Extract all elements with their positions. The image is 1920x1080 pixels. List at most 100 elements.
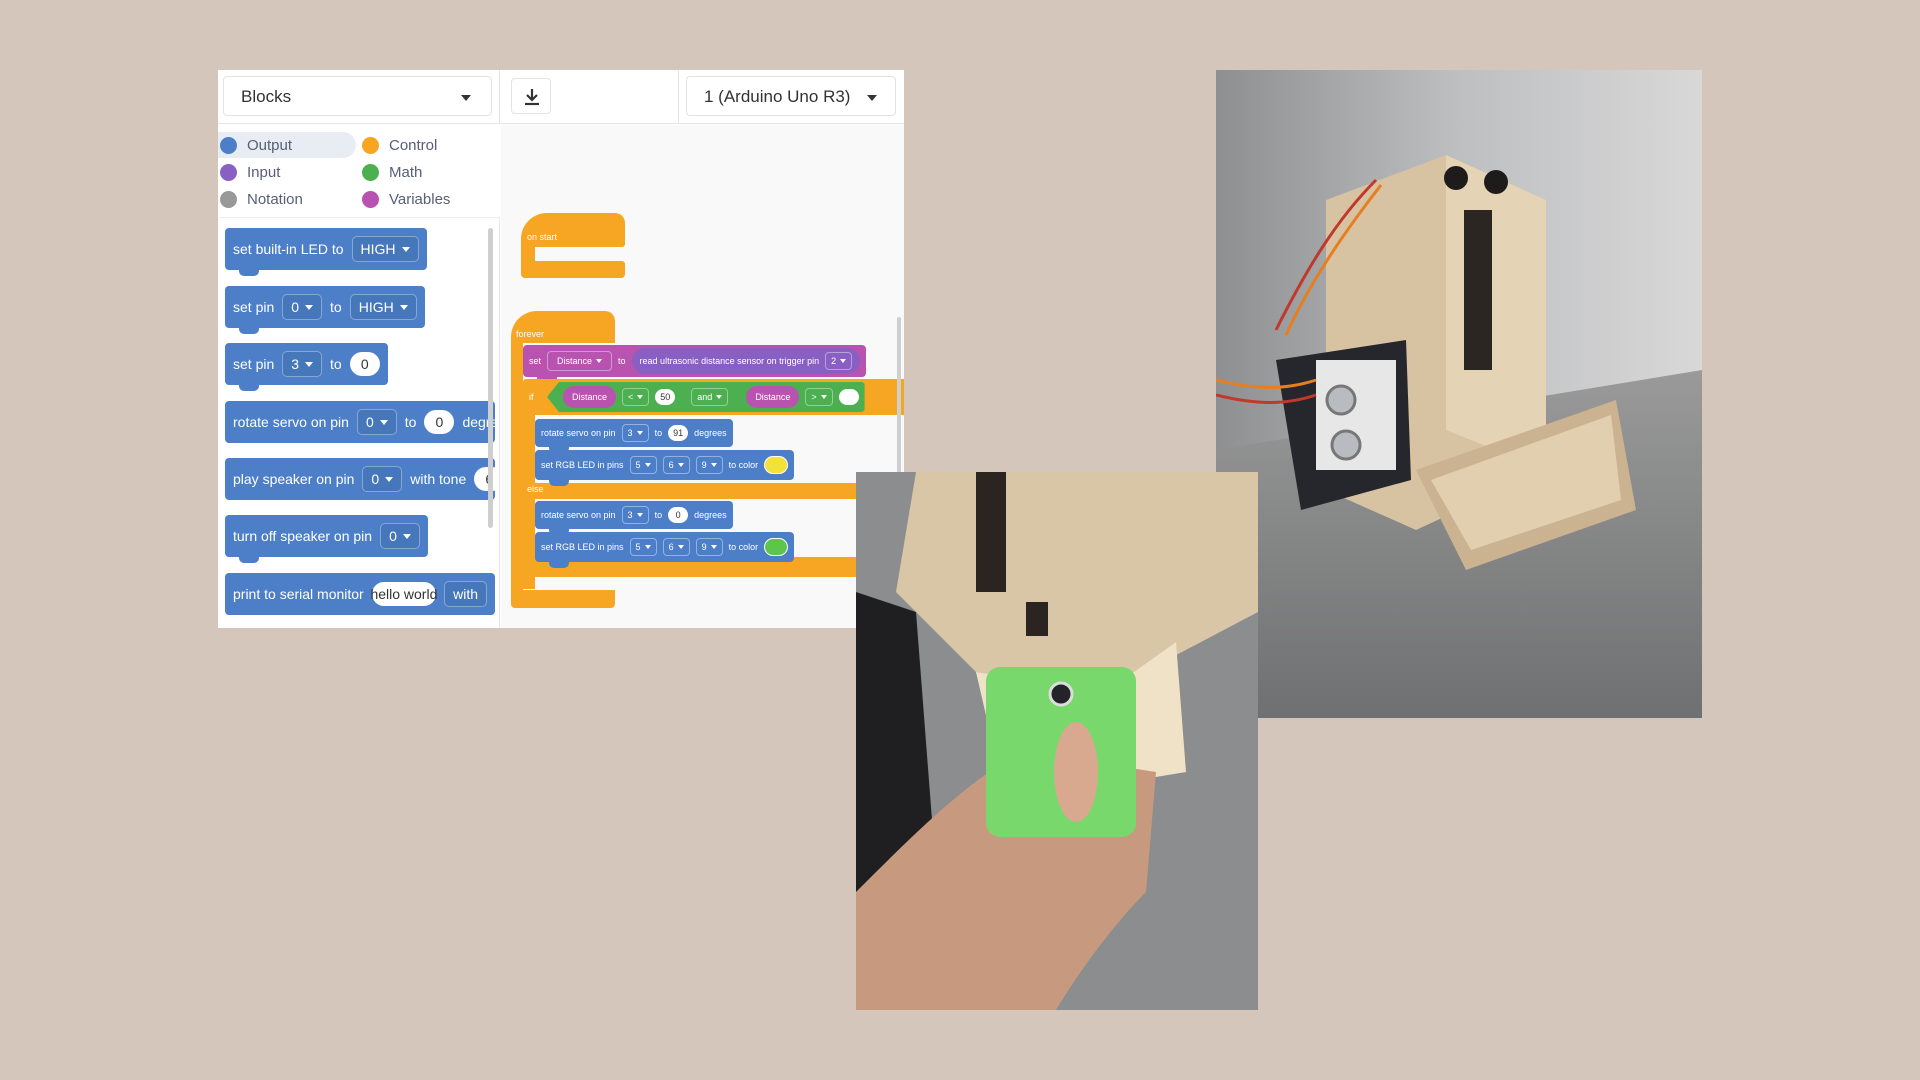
dropdown-value: 5 bbox=[635, 460, 641, 470]
block-text: degrees bbox=[694, 428, 727, 438]
on-start-block[interactable]: on start bbox=[521, 213, 625, 293]
block-text: set bbox=[529, 356, 542, 366]
value-dropdown[interactable]: HIGH bbox=[351, 236, 419, 262]
color-picker-green[interactable] bbox=[764, 538, 789, 556]
dropdown-value: 3 bbox=[627, 428, 633, 438]
value-dropdown[interactable]: HIGH bbox=[349, 294, 417, 320]
pin-dropdown[interactable]: 3 bbox=[282, 351, 323, 377]
block-text: to bbox=[404, 414, 417, 430]
palette-block-print-serial[interactable]: print to serial monitor hello world with bbox=[225, 573, 495, 615]
caret-icon bbox=[636, 431, 643, 435]
pin-dropdown[interactable]: 0 bbox=[282, 294, 323, 320]
rotate-servo-block[interactable]: rotate servo on pin 3 to 0 degrees bbox=[535, 501, 733, 535]
block-text: to bbox=[330, 356, 342, 372]
caret-icon bbox=[401, 246, 410, 252]
dropdown-value: 9 bbox=[701, 460, 707, 470]
dropdown-value: 0 bbox=[365, 414, 374, 430]
angle-input[interactable]: 91 bbox=[668, 425, 689, 441]
palette-block-play-speaker[interactable]: play speaker on pin 0 with tone 6 bbox=[225, 458, 495, 500]
palette-block-set-pin-analog[interactable]: set pin 3 to 0 bbox=[225, 343, 388, 391]
pin-dropdown[interactable]: 3 bbox=[621, 424, 649, 442]
palette-block-turn-off-speaker[interactable]: turn off speaker on pin 0 bbox=[225, 515, 428, 563]
pin-dropdown[interactable]: 0 bbox=[356, 409, 397, 435]
dropdown-value: < bbox=[628, 392, 634, 402]
dropdown-value: HIGH bbox=[360, 241, 396, 257]
if-else-block[interactable]: if else bbox=[523, 379, 904, 605]
category-label: Output bbox=[247, 136, 293, 154]
pin-dropdown[interactable]: 6 bbox=[662, 538, 690, 556]
caret-icon bbox=[716, 395, 723, 399]
operator-dropdown[interactable]: < bbox=[622, 388, 650, 406]
block-text: to color bbox=[728, 460, 759, 470]
pin-dropdown[interactable]: 5 bbox=[629, 456, 657, 474]
code-workspace: on start forever set Distance to read ul… bbox=[501, 125, 904, 628]
chevron-down-icon bbox=[461, 95, 471, 101]
download-button[interactable] bbox=[511, 78, 551, 114]
mode-select[interactable]: Blocks bbox=[223, 76, 492, 116]
caret-icon bbox=[677, 463, 684, 467]
text-input[interactable]: hello world bbox=[370, 582, 437, 606]
mode-select-label: Blocks bbox=[241, 87, 292, 106]
logic-dropdown[interactable]: and bbox=[691, 388, 729, 406]
editor-toolbar: Blocks 1 (Arduino Uno R3) bbox=[218, 70, 904, 124]
variable-name: Distance bbox=[755, 392, 791, 402]
newline-dropdown[interactable]: with bbox=[444, 581, 487, 607]
set-variable-block[interactable]: set Distance to read ultrasonic distance… bbox=[523, 345, 867, 383]
pin-dropdown[interactable]: 5 bbox=[629, 538, 657, 556]
category-math[interactable]: Math bbox=[360, 159, 422, 185]
palette-block-set-pin[interactable]: set pin 0 to HIGH bbox=[225, 286, 425, 334]
control-dot-icon bbox=[362, 136, 379, 154]
threshold-input[interactable] bbox=[838, 389, 859, 405]
download-icon bbox=[525, 89, 539, 106]
value-input[interactable]: 0 bbox=[424, 410, 455, 434]
category-notation[interactable]: Notation bbox=[218, 186, 303, 212]
pin-dropdown[interactable]: 9 bbox=[695, 456, 723, 474]
caret-icon bbox=[636, 513, 643, 517]
value-input[interactable]: 0 bbox=[349, 352, 380, 376]
caret-icon bbox=[596, 359, 603, 363]
variable-dropdown[interactable]: Distance bbox=[547, 351, 613, 371]
block-text: print to serial monitor bbox=[233, 586, 364, 602]
pin-dropdown[interactable]: 0 bbox=[380, 523, 420, 549]
block-text: read ultrasonic distance sensor on trigg… bbox=[639, 356, 820, 366]
block-text: set RGB LED in pins bbox=[541, 542, 624, 552]
pin-dropdown[interactable]: 6 bbox=[662, 456, 690, 474]
ultrasonic-reporter[interactable]: read ultrasonic distance sensor on trigg… bbox=[631, 348, 861, 374]
color-picker-yellow[interactable] bbox=[764, 456, 789, 474]
category-variables[interactable]: Variables bbox=[360, 186, 450, 212]
operator-dropdown[interactable]: > bbox=[805, 388, 833, 406]
palette-scrollbar[interactable] bbox=[488, 228, 493, 528]
input-dot-icon bbox=[220, 163, 237, 181]
condition-and-block[interactable]: Distance < 50 and Distance > bbox=[547, 382, 865, 412]
category-input[interactable]: Input bbox=[218, 159, 280, 185]
board-select[interactable]: 1 (Arduino Uno R3) bbox=[686, 76, 896, 116]
set-rgb-led-block[interactable]: set RGB LED in pins 5 6 9 to color bbox=[535, 532, 795, 568]
palette-block-builtin-led[interactable]: set built-in LED to HIGH bbox=[225, 228, 427, 276]
distance-variable[interactable]: Distance bbox=[746, 386, 800, 408]
wooden-enclosure-image bbox=[1216, 70, 1702, 718]
pin-dropdown[interactable]: 0 bbox=[362, 466, 403, 492]
dropdown-value: 6 bbox=[668, 460, 674, 470]
pin-dropdown[interactable]: 9 bbox=[695, 538, 723, 556]
palette-block-rotate-servo[interactable]: rotate servo on pin 0 to 0 degre bbox=[225, 401, 495, 443]
angle-input[interactable]: 0 bbox=[668, 507, 689, 523]
category-output[interactable]: Output bbox=[218, 132, 356, 158]
distance-variable[interactable]: Distance bbox=[563, 386, 617, 408]
caret-icon bbox=[305, 304, 314, 310]
board-select-label: 1 (Arduino Uno R3) bbox=[704, 87, 851, 106]
trigger-pin-dropdown[interactable]: 2 bbox=[825, 352, 853, 370]
caret-icon bbox=[305, 361, 314, 367]
rotate-servo-block[interactable]: rotate servo on pin 3 to 91 degrees bbox=[535, 419, 733, 453]
block-text: to bbox=[618, 356, 626, 366]
pin-dropdown[interactable]: 3 bbox=[621, 506, 649, 524]
threshold-input[interactable]: 50 bbox=[655, 389, 676, 405]
dropdown-value: 5 bbox=[635, 542, 641, 552]
dropdown-value: Distance bbox=[557, 356, 593, 366]
block-editor: Blocks 1 (Arduino Uno R3) Output Control bbox=[218, 70, 904, 628]
dropdown-value: 0 bbox=[389, 528, 397, 544]
dropdown-value: HIGH bbox=[358, 299, 394, 315]
caret-icon bbox=[710, 545, 717, 549]
caret-icon bbox=[402, 533, 411, 539]
category-control[interactable]: Control bbox=[360, 132, 437, 158]
set-rgb-led-block[interactable]: set RGB LED in pins 5 6 9 to color bbox=[535, 450, 795, 486]
